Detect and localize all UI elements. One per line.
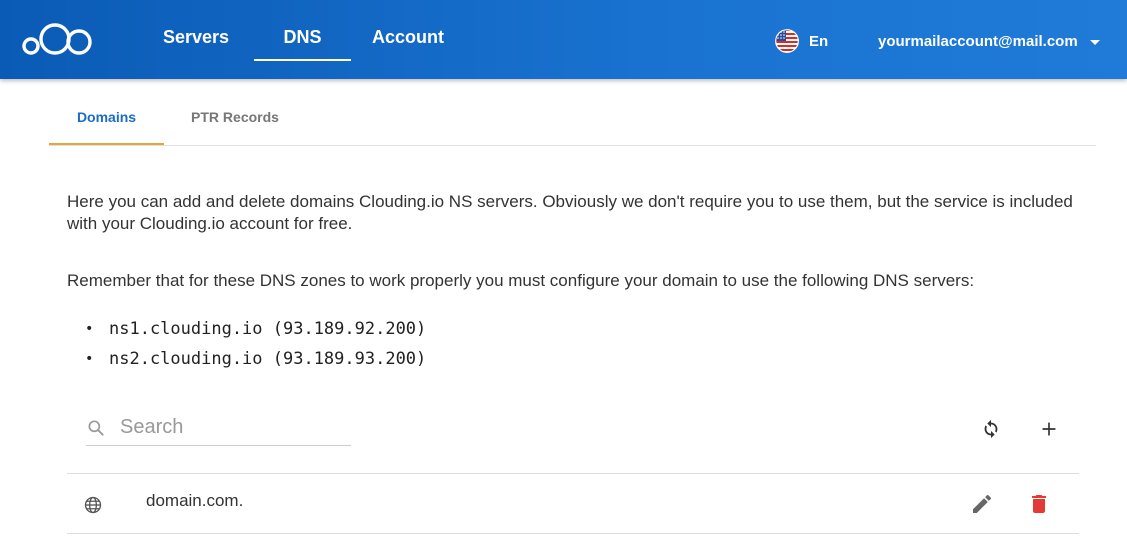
refresh-icon <box>984 419 998 439</box>
nav-account-label: Account <box>372 27 444 47</box>
caret-down-icon <box>1089 39 1100 45</box>
nav-dns[interactable]: DNS <box>254 0 351 79</box>
tab-domains[interactable]: Domains <box>49 92 164 145</box>
ns-server-list: • ns1.clouding.io (93.189.92.200) • ns2.cl… <box>85 316 426 376</box>
add-domain-button[interactable] <box>1035 415 1063 443</box>
account-menu[interactable]: yourmailaccount@mail.com <box>878 31 1100 51</box>
refresh-button[interactable] <box>977 415 1005 443</box>
top-navbar: Servers DNS Account En yourmailaccount@m… <box>0 0 1127 79</box>
clouding-logo[interactable] <box>22 22 96 56</box>
list-item: • ns1.clouding.io (93.189.92.200) <box>85 316 426 346</box>
language-selector[interactable]: En <box>775 29 828 53</box>
delete-icon[interactable] <box>1027 492 1051 516</box>
list-item: • ns2.clouding.io (93.189.93.200) <box>85 346 426 376</box>
dns-tabs: Domains PTR Records <box>49 92 1096 146</box>
tab-ptr-records[interactable]: PTR Records <box>164 92 306 146</box>
account-email: yourmailaccount@mail.com <box>878 32 1078 50</box>
nav-servers-label: Servers <box>162 27 230 47</box>
search-input[interactable] <box>120 412 348 442</box>
nav-account[interactable]: Account <box>364 0 452 79</box>
nav-dns-label: DNS <box>283 27 322 47</box>
plus-icon <box>1042 422 1056 436</box>
search-box <box>86 408 351 446</box>
nav-active-indicator <box>254 59 351 61</box>
domain-name[interactable]: domain.com. <box>146 491 243 511</box>
ns-server: ns1.clouding.io (93.189.92.200) <box>109 319 427 339</box>
globe-icon <box>84 496 102 514</box>
dns-servers-instructions: Remember that for these DNS zones to wor… <box>67 271 975 290</box>
domains-table: domain.com. <box>67 473 1079 534</box>
us-flag-icon <box>775 29 799 53</box>
search-icon <box>88 420 104 436</box>
table-row[interactable]: domain.com. <box>67 474 1079 534</box>
nav-servers[interactable]: Servers <box>154 0 238 79</box>
edit-icon[interactable] <box>970 492 994 516</box>
intro-paragraph: Here you can add and delete domains Clou… <box>67 192 1073 233</box>
language-label: En <box>809 32 829 50</box>
ns-server: ns2.clouding.io (93.189.93.200) <box>109 349 427 369</box>
